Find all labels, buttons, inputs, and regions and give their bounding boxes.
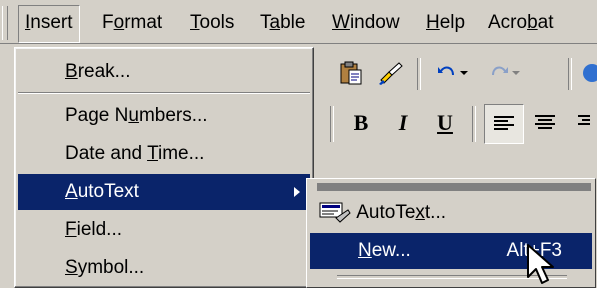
menu-item-field[interactable]: Field...: [18, 212, 310, 248]
submenu-arrow-icon: [294, 187, 300, 197]
menu-table-post: ble: [280, 12, 306, 33]
submenu-item-autotext[interactable]: AutoText...: [310, 195, 592, 231]
menu-format-post: rmat: [124, 12, 163, 33]
menu-acrobat[interactable]: Acrobat: [482, 5, 560, 41]
underline-label: U: [437, 110, 453, 135]
item-accel: N: [358, 240, 372, 261]
toolbar-separator: [330, 106, 334, 142]
item-post: reak...: [77, 61, 131, 82]
item-accel: u: [128, 105, 139, 126]
undo-icon: [438, 66, 454, 76]
bold-button[interactable]: B: [342, 104, 380, 142]
item-accel: T: [147, 143, 158, 164]
menu-help-post: elp: [439, 12, 466, 33]
italic-button[interactable]: I: [384, 104, 422, 142]
menu-table-pre: T: [260, 12, 270, 33]
menu-window-post: indow: [349, 12, 400, 33]
item-post: ymbol...: [77, 257, 145, 278]
menu-acrobat-accel: b: [527, 12, 538, 33]
paste-icon: [340, 61, 362, 85]
menu-help-accel: H: [426, 12, 440, 33]
align-left-button[interactable]: [484, 104, 524, 144]
bold-label: B: [353, 110, 369, 135]
item-accel: B: [65, 61, 78, 82]
menu-table-accel: a: [269, 12, 281, 33]
menu-format[interactable]: Format: [96, 5, 168, 41]
menu-format-accel: o: [113, 12, 125, 33]
redo-button[interactable]: [480, 56, 528, 90]
redo-icon: [492, 66, 508, 76]
web-button[interactable]: [578, 56, 597, 90]
menu-item-page-numbers[interactable]: Page Numbers...: [18, 98, 310, 134]
item-pre: Date and: [65, 143, 148, 164]
menu-insert[interactable]: Insert: [18, 5, 80, 43]
menu-format-pre: F: [102, 12, 114, 33]
mouse-pointer-icon: [527, 244, 554, 284]
menu-bar: Insert Format Tools Table Window Help Ac…: [0, 0, 597, 44]
align-center-button[interactable]: [526, 104, 564, 142]
menu-insert-post: nsert: [30, 12, 73, 33]
menu-item-break[interactable]: Break...: [18, 54, 310, 90]
autotext-icon: [319, 202, 351, 223]
menu-table[interactable]: Table: [254, 5, 311, 41]
item-accel: x: [415, 202, 425, 223]
menu-tools-post: ools: [199, 12, 235, 33]
format-painter-icon: [379, 62, 403, 85]
paste-button[interactable]: [334, 56, 368, 90]
item-accel: S: [65, 257, 78, 278]
item-post: ime...: [157, 143, 205, 164]
format-painter-button[interactable]: [374, 56, 408, 90]
menu-item-symbol[interactable]: Symbol...: [18, 250, 310, 286]
menu-acrobat-pre: Acro: [488, 12, 528, 33]
menu-item-date-and-time[interactable]: Date and Time...: [18, 136, 310, 172]
item-post: mbers...: [138, 105, 208, 126]
align-right-icon: [577, 115, 590, 125]
item-post: utoText: [77, 181, 139, 202]
italic-label: I: [398, 110, 408, 135]
submenu-drag-bar[interactable]: [317, 183, 591, 191]
menu-window-accel: W: [332, 12, 350, 33]
undo-button[interactable]: [428, 56, 476, 90]
underline-button[interactable]: U: [426, 104, 464, 142]
item-accel: A: [65, 181, 78, 202]
menu-acrobat-post: at: [537, 12, 554, 33]
menu-window[interactable]: Window: [326, 5, 406, 41]
item-accel: F: [65, 219, 77, 240]
item-post: ield...: [76, 219, 123, 240]
align-right-button[interactable]: [566, 104, 597, 142]
toolbar-separator: [568, 58, 572, 90]
globe-icon: [583, 64, 597, 82]
item-pre: Page N: [65, 105, 129, 126]
item-post: t...: [424, 202, 447, 223]
menu-tools[interactable]: Tools: [184, 5, 240, 41]
item-post: ew...: [371, 240, 411, 261]
item-pre: AutoTe: [356, 202, 416, 223]
insert-menu: Break... Page Numbers... Date and Time..…: [14, 47, 314, 288]
menu-tools-accel: T: [190, 12, 200, 33]
align-center-icon: [535, 115, 555, 129]
toolbar-separator: [417, 58, 421, 90]
chevron-down-icon: [460, 71, 468, 75]
menu-separator-highlight: [18, 93, 310, 94]
align-left-icon: [494, 116, 514, 130]
menubar-grip[interactable]: [2, 6, 8, 40]
chevron-down-icon: [512, 71, 520, 75]
menu-help[interactable]: Help: [420, 5, 471, 41]
menu-item-autotext[interactable]: AutoText: [18, 174, 310, 210]
toolbar-separator: [472, 106, 476, 142]
